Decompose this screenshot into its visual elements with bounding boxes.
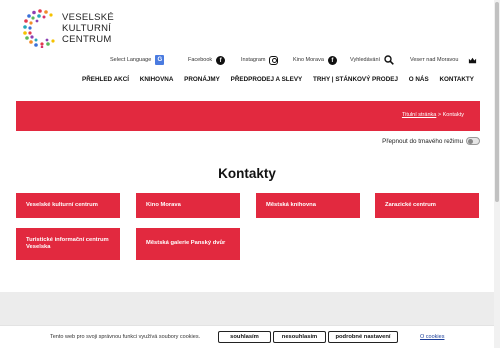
kino-label: Kino Morava <box>293 57 324 63</box>
contact-card-zarazice[interactable]: Zarazické centrum <box>375 193 479 218</box>
facebook-link[interactable]: Facebook f <box>188 53 226 67</box>
contact-card-library[interactable]: Městská knihovna <box>256 193 360 218</box>
nav-item-library[interactable]: KNIHOVNA <box>140 76 174 88</box>
page-title: Kontakty <box>218 166 276 181</box>
instagram-label: Instagram <box>241 57 266 63</box>
contact-card-kino[interactable]: Kino Morava <box>136 193 240 218</box>
logo-text: VESELSKÉ KULTURNÍ CENTRUM <box>62 12 114 45</box>
logo-line-2: KULTURNÍ <box>62 22 112 34</box>
dark-mode-toggle[interactable] <box>466 137 480 145</box>
breadcrumb-home-link[interactable]: Titulní stránka <box>402 112 436 118</box>
contact-card-gallery[interactable]: Městská galerie Panský dvůr <box>136 228 240 260</box>
page-scrollbar[interactable] <box>494 0 500 348</box>
logo-line-1: VESELSKÉ <box>62 11 115 23</box>
breadcrumb: Titulní stránka > Kontakty <box>402 112 464 118</box>
cookie-settings-button[interactable]: podrobné nastavení <box>328 331 398 343</box>
nav-item-markets[interactable]: TRHY | STÁNKOVÝ PRODEJ <box>313 76 398 88</box>
utility-bar: Select Language G Facebook f Instagram K… <box>110 53 480 67</box>
language-label: Select Language <box>110 57 152 63</box>
cookie-reject-button[interactable]: nesouhlasím <box>273 331 326 343</box>
facebook-icon: f <box>216 55 226 65</box>
page-banner: Titulní stránka > Kontakty <box>16 101 480 131</box>
crown-icon <box>469 57 477 63</box>
nav-item-rentals[interactable]: PRONÁJMY <box>184 76 220 88</box>
cookie-info-link[interactable]: O cookies <box>420 334 444 340</box>
nav-item-presale[interactable]: PŘEDPRODEJ A SLEVY <box>231 76 303 88</box>
logo-mark-icon <box>23 9 55 48</box>
search-icon <box>384 55 394 65</box>
facebook-label: Facebook <box>188 57 213 63</box>
breadcrumb-current: Kontakty <box>442 112 464 118</box>
town-link[interactable]: Veseт nad Moravou <box>410 53 477 67</box>
dark-mode-switch[interactable]: Přepnout do tmavého režimu <box>382 137 480 145</box>
instagram-link[interactable]: Instagram <box>241 53 279 67</box>
contact-card-vkc[interactable]: Veselské kulturní centrum <box>16 193 120 218</box>
main-nav: PŘEHLED AKCÍ KNIHOVNA PRONÁJMY PŘEDPRODE… <box>82 76 474 88</box>
language-selector[interactable]: Select Language G <box>110 53 165 67</box>
search-link[interactable]: Vyhledávání <box>350 53 394 67</box>
scrollbar-thumb[interactable] <box>495 2 499 202</box>
cookie-message: Tento web pro svoji správnou funkci využ… <box>50 334 201 340</box>
dark-mode-label: Přepnout do tmavého režimu <box>382 137 463 145</box>
kino-link[interactable]: Kino Morava f <box>293 53 337 67</box>
nav-item-about[interactable]: O NÁS <box>409 76 429 88</box>
site-logo[interactable]: VESELSKÉ KULTURNÍ CENTRUM <box>22 8 114 48</box>
facebook-icon: f <box>327 55 337 65</box>
cookie-accept-button[interactable]: souhlasím <box>218 331 271 343</box>
logo-line-3: CENTRUM <box>62 33 112 45</box>
nav-item-contacts[interactable]: KONTAKTY <box>439 76 474 88</box>
contact-card-tourist-info[interactable]: Turistické informační centrum Veselska <box>16 228 120 260</box>
google-translate-icon: G <box>155 55 165 65</box>
nav-item-events[interactable]: PŘEHLED AKCÍ <box>82 76 129 88</box>
town-label: Veseт nad Moravou <box>410 57 459 63</box>
instagram-icon <box>269 55 279 65</box>
search-label: Vyhledávání <box>350 57 381 63</box>
cookie-bar: Tento web pro svoji správnou funkci využ… <box>0 325 494 348</box>
